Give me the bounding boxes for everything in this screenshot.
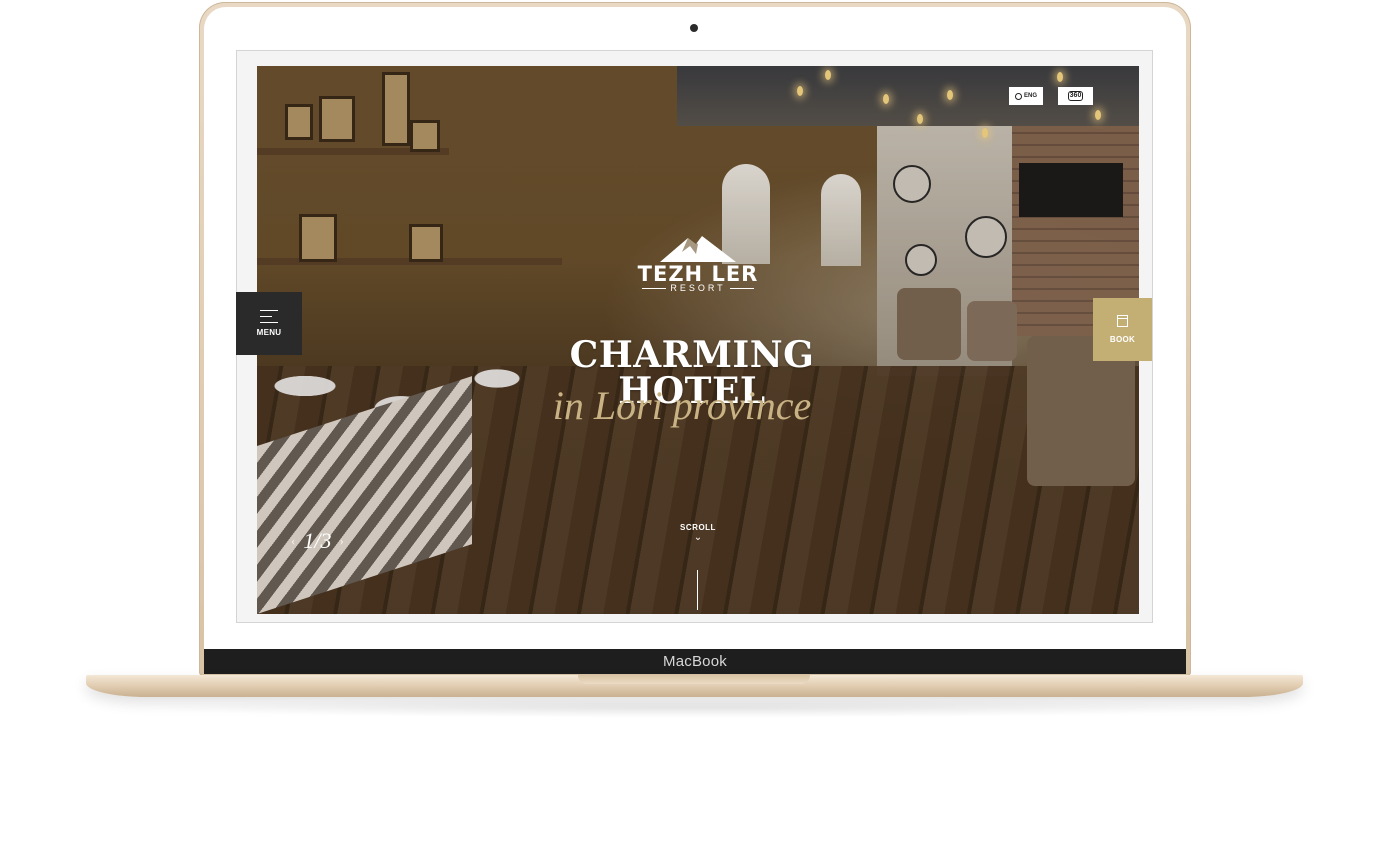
- laptop-hinge-notch: [578, 675, 810, 684]
- bottom-bezel: MacBook: [204, 649, 1186, 674]
- chevron-down-icon: ⌄: [693, 532, 703, 543]
- slide-counter-value: 1/3: [303, 528, 332, 553]
- menu-label: MENU: [256, 328, 282, 337]
- next-slide-button[interactable]: ›: [339, 533, 343, 549]
- calendar-icon: [1117, 315, 1128, 327]
- scroll-label: SCROLL: [680, 523, 716, 532]
- logo-divider: [642, 287, 667, 289]
- view-360-icon: 360: [1067, 91, 1084, 101]
- laptop-shadow: [140, 698, 1250, 718]
- logo-divider: [729, 287, 754, 289]
- hero-subtitle: in Lori province: [552, 383, 812, 428]
- language-button[interactable]: ENG: [1009, 87, 1043, 105]
- site-logo[interactable]: TEZH LER RESORT: [630, 232, 766, 304]
- globe-icon: [1014, 92, 1022, 100]
- device-brand-label: MacBook: [663, 653, 727, 670]
- menu-button[interactable]: MENU: [236, 292, 302, 355]
- language-label: ENG: [1023, 93, 1037, 99]
- prev-slide-button[interactable]: ‹: [291, 533, 295, 549]
- book-button[interactable]: BOOK: [1093, 298, 1152, 361]
- logo-subtitle: RESORT: [670, 283, 726, 293]
- slide-counter: ‹ 1/3 ›: [291, 528, 344, 554]
- webcam: [690, 24, 698, 32]
- view-360-button[interactable]: 360: [1058, 87, 1093, 105]
- hero-section: ENG 360 TEZH LER RESORT CHARMING HOTEL i…: [257, 66, 1139, 614]
- hamburger-icon: [260, 310, 278, 323]
- book-label: BOOK: [1109, 335, 1136, 344]
- scroll-line: [697, 570, 698, 610]
- mountain-logo-icon: [660, 236, 736, 262]
- scroll-indicator[interactable]: SCROLL ⌄: [668, 523, 728, 610]
